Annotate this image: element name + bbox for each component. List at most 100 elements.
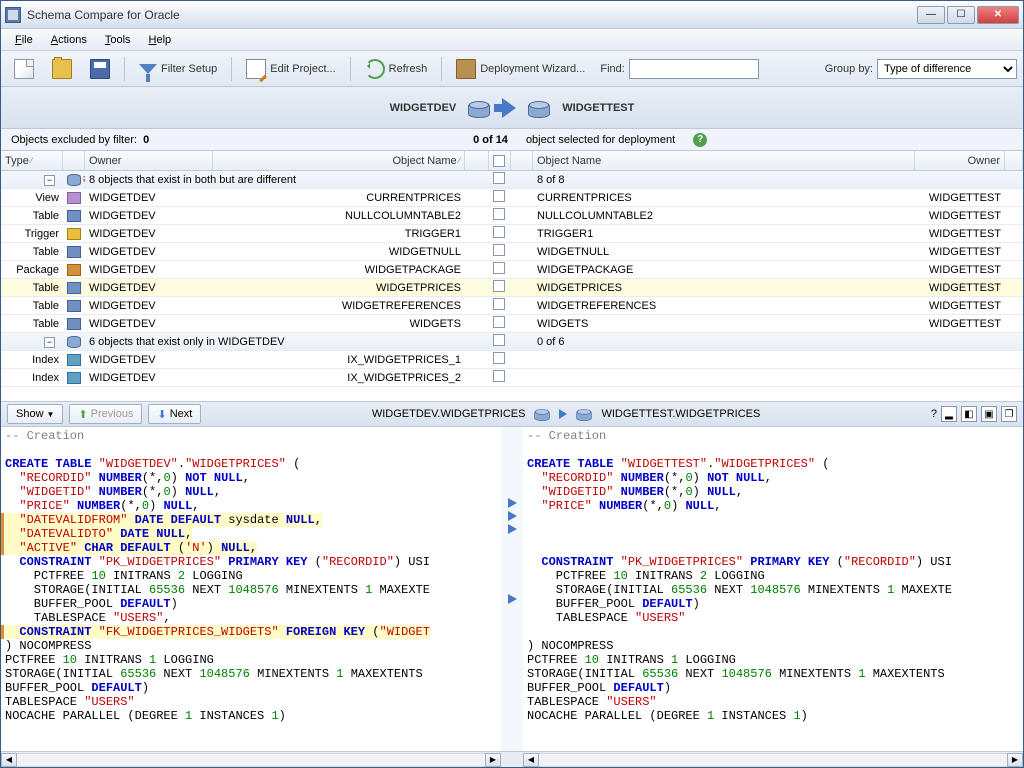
new-button[interactable] [7, 56, 41, 82]
row-checkbox[interactable] [493, 226, 505, 238]
diff-arrow-icon[interactable] [508, 498, 517, 508]
group-checkbox[interactable] [493, 334, 505, 346]
diff-arrow-icon[interactable] [508, 524, 517, 534]
next-button[interactable]: ⬇Next [148, 404, 201, 424]
compare-header: WIDGETDEV WIDGETTEST [1, 87, 1023, 129]
find-label: Find: [600, 63, 624, 75]
pane-button[interactable]: ◧ [961, 406, 977, 422]
deployment-wizard-button[interactable]: Deployment Wizard... [449, 56, 592, 82]
maximize-button[interactable]: ☐ [947, 6, 975, 24]
selected-label: object selected for deployment [526, 134, 675, 146]
table-icon [67, 282, 81, 294]
col-checkbox[interactable] [489, 151, 511, 170]
show-button[interactable]: Show ▼ [7, 404, 63, 424]
close-button[interactable]: ✕ [977, 6, 1019, 24]
toolbar-separator [350, 57, 351, 81]
help-icon[interactable]: ? [693, 133, 707, 147]
diff-right-label: WIDGETTEST.WIDGETPRICES [601, 408, 760, 420]
help-icon[interactable]: ? [931, 408, 937, 420]
diff-arrow-icon[interactable] [508, 511, 517, 521]
collapse-icon[interactable]: − [44, 175, 55, 186]
window-title: Schema Compare for Oracle [27, 8, 917, 22]
table-icon [67, 300, 81, 312]
code-pane-left[interactable]: -- Creation CREATE TABLE "WIDGETDEV"."WI… [1, 427, 501, 751]
code-pane-right[interactable]: -- Creation CREATE TABLE "WIDGETTEST"."W… [523, 427, 1023, 751]
arrow-right-icon [559, 409, 567, 419]
col-objname-left[interactable]: Object Name∕ [213, 151, 465, 170]
col-owner-right[interactable]: Owner [915, 151, 1005, 170]
refresh-icon [365, 59, 385, 79]
comparison-grid[interactable]: Type∕ Owner Object Name∕ Object Name Own… [1, 151, 1023, 401]
filter-setup-button[interactable]: Filter Setup [132, 56, 224, 82]
titlebar[interactable]: Schema Compare for Oracle — ☐ ✕ [1, 1, 1023, 29]
excluded-count: 0 [143, 134, 149, 146]
table-row[interactable]: TableWIDGETDEVNULLCOLUMNTABLE2NULLCOLUMN… [1, 207, 1023, 225]
database-icon [67, 336, 81, 348]
toolbar-separator [124, 57, 125, 81]
table-icon [67, 318, 81, 330]
database-icon [535, 407, 550, 421]
excluded-label: Objects excluded by filter: [11, 134, 137, 146]
col-owner-left[interactable]: Owner [85, 151, 213, 170]
table-row[interactable]: ViewWIDGETDEVCURRENTPRICESCURRENTPRICESW… [1, 189, 1023, 207]
table-icon [67, 246, 81, 258]
table-row[interactable]: IndexWIDGETDEVIX_WIDGETPRICES_2 [1, 369, 1023, 387]
table-row[interactable]: TableWIDGETDEVWIDGETNULLWIDGETNULLWIDGET… [1, 243, 1023, 261]
pane-button[interactable]: ▂ [941, 406, 957, 422]
row-checkbox[interactable] [493, 352, 505, 364]
collapse-icon[interactable]: − [44, 337, 55, 348]
menu-file[interactable]: File [7, 32, 41, 48]
row-checkbox[interactable] [493, 262, 505, 274]
find-input[interactable] [629, 59, 759, 79]
table-row[interactable]: TableWIDGETDEVWIDGETREFERENCESWIDGETREFE… [1, 297, 1023, 315]
table-icon [67, 210, 81, 222]
row-checkbox[interactable] [493, 370, 505, 382]
group-both-different[interactable]: − ≠ 8 objects that exist in both but are… [1, 171, 1023, 189]
minimize-button[interactable]: — [917, 6, 945, 24]
database-icon [528, 98, 550, 118]
row-checkbox[interactable] [493, 190, 505, 202]
row-checkbox[interactable] [493, 280, 505, 292]
pane-button[interactable]: ▣ [981, 406, 997, 422]
row-checkbox[interactable] [493, 244, 505, 256]
row-checkbox[interactable] [493, 208, 505, 220]
menubar: File Actions Tools Help [1, 29, 1023, 51]
table-row[interactable]: PackageWIDGETDEVWIDGETPACKAGEWIDGETPACKA… [1, 261, 1023, 279]
pane-button[interactable]: ❐ [1001, 406, 1017, 422]
diff-panes: -- Creation CREATE TABLE "WIDGETDEV"."WI… [1, 427, 1023, 751]
refresh-button[interactable]: Refresh [358, 56, 435, 82]
table-row[interactable]: TableWIDGETDEVWIDGETSWIDGETSWIDGETTEST [1, 315, 1023, 333]
previous-button[interactable]: ⬆Previous [69, 404, 142, 424]
diff-arrow-icon[interactable] [508, 594, 517, 604]
group-only-left[interactable]: − 6 objects that exist only in WIDGETDEV… [1, 333, 1023, 351]
row-checkbox[interactable] [493, 298, 505, 310]
menu-help[interactable]: Help [141, 32, 180, 48]
package-icon [67, 264, 81, 276]
groupby-label: Group by: [825, 63, 873, 75]
table-row[interactable]: TriggerWIDGETDEVTRIGGER1TRIGGER1WIDGETTE… [1, 225, 1023, 243]
menu-actions[interactable]: Actions [43, 32, 95, 48]
groupby-select[interactable]: Type of difference [877, 59, 1017, 79]
open-button[interactable] [45, 56, 79, 82]
toolbar-separator [441, 57, 442, 81]
col-objname-right[interactable]: Object Name [533, 151, 915, 170]
database-icon [468, 98, 490, 118]
save-button[interactable] [83, 56, 117, 82]
filter-icon [139, 64, 157, 74]
scrollbar-left[interactable]: ◀▶ [1, 752, 501, 767]
row-checkbox[interactable] [493, 316, 505, 328]
menu-tools[interactable]: Tools [97, 32, 139, 48]
scrollbar-right[interactable]: ◀▶ [523, 752, 1023, 767]
col-type[interactable]: Type∕ [1, 151, 63, 170]
grid-header: Type∕ Owner Object Name∕ Object Name Own… [1, 151, 1023, 171]
horizontal-scrollbars: ◀▶ ◀▶ [1, 751, 1023, 767]
group-checkbox[interactable] [493, 172, 505, 184]
open-icon [52, 59, 72, 79]
edit-icon [246, 59, 266, 79]
edit-project-button[interactable]: Edit Project... [239, 56, 342, 82]
table-row[interactable]: TableWIDGETDEVWIDGETPRICESWIDGETPRICESWI… [1, 279, 1023, 297]
save-icon [90, 59, 110, 79]
table-row[interactable]: IndexWIDGETDEVIX_WIDGETPRICES_1 [1, 351, 1023, 369]
source-schema-label: WIDGETDEV [390, 102, 457, 114]
database-icon [577, 407, 592, 421]
